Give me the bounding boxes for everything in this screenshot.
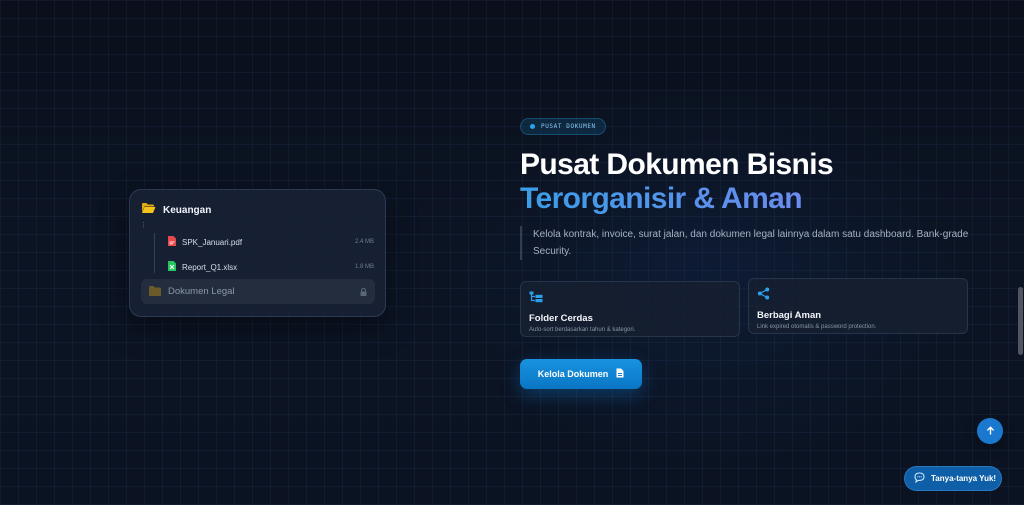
pdf-file-icon <box>168 236 176 248</box>
badge-label: PUSAT DOKUMEN <box>541 123 596 130</box>
chat-bubble-icon <box>914 472 925 485</box>
feature-card-folder-cerdas: Folder Cerdas Auto-sort berdasarkan tahu… <box>520 281 740 337</box>
file-size: 2.4 MB <box>354 239 374 245</box>
folder-label: Keuangan <box>163 204 212 216</box>
folder-keuangan[interactable]: Keuangan <box>141 201 211 219</box>
title-line-2: Terorganisir & Aman <box>520 182 990 216</box>
arrow-up-icon <box>986 422 995 440</box>
scroll-to-top-button[interactable] <box>977 418 1003 444</box>
tree-connector-dots: ⋮ <box>140 222 147 229</box>
feature-title: Folder Cerdas <box>529 313 593 324</box>
file-name: Report_Q1.xlsx <box>182 262 238 272</box>
feature-subtitle: Auto-sort berdasarkan tahun & kategori. <box>529 327 636 333</box>
kelola-dokumen-button[interactable]: Kelola Dokumen <box>520 359 642 389</box>
cta-label: Kelola Dokumen <box>537 369 609 379</box>
feature-subtitle: Link expired otomatis & password protect… <box>757 324 877 330</box>
folder-dokumen-legal[interactable]: Dokumen Legal <box>141 279 375 304</box>
feature-title: Berbagi Aman <box>757 310 822 321</box>
badge-dot <box>530 124 535 129</box>
lock-icon <box>360 283 367 301</box>
file-size: 1.8 MB <box>354 264 374 270</box>
file-row-report[interactable]: Report_Q1.xlsx 1.8 MB <box>168 261 374 273</box>
page-scrollbar[interactable] <box>1018 287 1023 355</box>
file-row-spk[interactable]: SPK_Januari.pdf 2.4 MB <box>168 236 374 248</box>
title-line-1: Pusat Dokumen Bisnis <box>520 148 834 181</box>
hero-description: Kelola kontrak, invoice, surat jalan, da… <box>520 226 975 260</box>
section-badge: PUSAT DOKUMEN <box>520 118 606 135</box>
locked-folder-label: Dokumen Legal <box>168 286 235 297</box>
page-title: Pusat Dokumen Bisnis Terorganisir & Aman <box>520 148 990 216</box>
folder-icon <box>149 283 161 301</box>
folder-open-icon <box>141 201 156 219</box>
feature-card-berbagi-aman: Berbagi Aman Link expired otomatis & pas… <box>748 278 968 334</box>
tree-line <box>154 233 155 273</box>
file-name: SPK_Januari.pdf <box>182 237 243 247</box>
chat-button[interactable]: Tanya-tanya Yuk! <box>904 466 1002 491</box>
share-icon <box>757 287 770 304</box>
document-icon <box>616 368 624 380</box>
folder-tree-icon <box>529 290 543 307</box>
chat-label: Tanya-tanya Yuk! <box>931 474 997 483</box>
background-glow <box>430 60 990 480</box>
file-tree-card: Keuangan ⋮ SPK_Januari.pdf 2.4 MB Report… <box>129 189 386 317</box>
excel-file-icon <box>168 261 176 273</box>
